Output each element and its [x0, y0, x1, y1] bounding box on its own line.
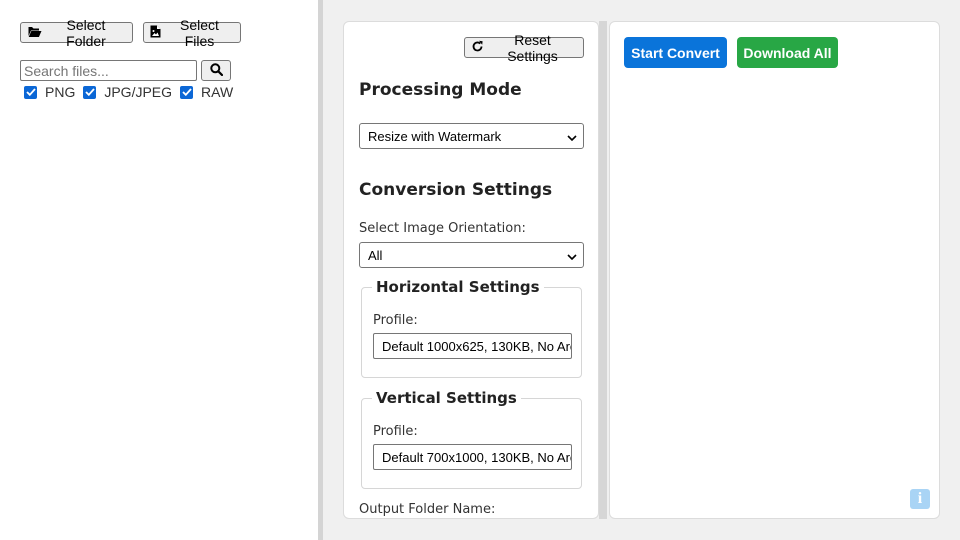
png-checkbox[interactable]	[24, 85, 37, 99]
rotate-icon	[471, 40, 484, 56]
settings-panel: Reset Settings Processing Mode Resize wi…	[343, 21, 599, 519]
settings-scrollbar[interactable]	[599, 21, 607, 519]
processing-mode-heading: Processing Mode	[359, 80, 522, 100]
horizontal-profile-label: Profile:	[373, 313, 418, 328]
start-convert-button[interactable]: Start Convert	[624, 37, 727, 68]
horizontal-settings-group: Horizontal Settings Profile: Default 100…	[361, 278, 582, 378]
filter-png-label: PNG	[45, 84, 76, 100]
conversion-settings-heading: Conversion Settings	[359, 180, 553, 200]
vertical-settings-group: Vertical Settings Profile: Default 700x1…	[361, 389, 582, 489]
search-icon	[209, 62, 223, 79]
vertical-profile-select[interactable]: Default 700x1000, 130KB, No Arc	[373, 444, 572, 470]
reset-settings-label: Reset Settings	[507, 31, 558, 64]
filter-raw-label: RAW	[201, 84, 234, 100]
results-panel: Start Convert Download All i	[609, 21, 940, 519]
horizontal-settings-legend: Horizontal Settings	[372, 278, 544, 296]
filter-png[interactable]: PNG	[24, 84, 75, 100]
horizontal-profile-value: Default 1000x625, 130KB, No Arc	[382, 338, 572, 354]
chevron-down-icon	[567, 129, 577, 144]
pane-resize-handle[interactable]	[318, 0, 323, 540]
raw-checkbox[interactable]	[180, 85, 194, 99]
select-folder-label: Select Folder	[66, 16, 106, 49]
select-folder-button[interactable]: Select Folder	[20, 17, 133, 49]
output-folder-label: Output Folder Name:	[359, 502, 496, 517]
vertical-profile-value: Default 700x1000, 130KB, No Arc	[382, 449, 572, 465]
processing-mode-value: Resize with Watermark	[368, 128, 502, 144]
jpg-checkbox[interactable]	[83, 85, 97, 99]
select-files-label: Select Files	[180, 16, 219, 49]
vertical-settings-legend: Vertical Settings	[372, 389, 521, 407]
reset-settings-button[interactable]: Reset Settings	[464, 32, 584, 64]
select-files-button[interactable]: Select Files	[143, 17, 241, 49]
orientation-select[interactable]: All	[359, 242, 584, 268]
filter-jpg-label: JPG/JPEG	[104, 84, 173, 100]
download-all-button[interactable]: Download All	[737, 37, 838, 68]
folder-open-icon	[27, 25, 42, 41]
filter-jpg[interactable]: JPG/JPEG	[83, 84, 172, 100]
horizontal-profile-select[interactable]: Default 1000x625, 130KB, No Arc	[373, 333, 572, 359]
file-type-filters: PNG JPG/JPEG RAW	[24, 84, 241, 100]
processing-mode-select[interactable]: Resize with Watermark	[359, 123, 584, 149]
search-button[interactable]	[201, 60, 231, 81]
file-image-icon	[150, 25, 161, 41]
filter-raw[interactable]: RAW	[180, 84, 233, 100]
vertical-profile-label: Profile:	[373, 424, 418, 439]
orientation-value: All	[368, 247, 383, 263]
search-input[interactable]	[20, 60, 197, 81]
file-browser-pane: Select Folder Select Files PNG JPG/JPEG …	[0, 0, 318, 540]
orientation-label: Select Image Orientation:	[359, 221, 526, 236]
info-icon[interactable]: i	[910, 489, 930, 509]
chevron-down-icon	[567, 248, 577, 263]
